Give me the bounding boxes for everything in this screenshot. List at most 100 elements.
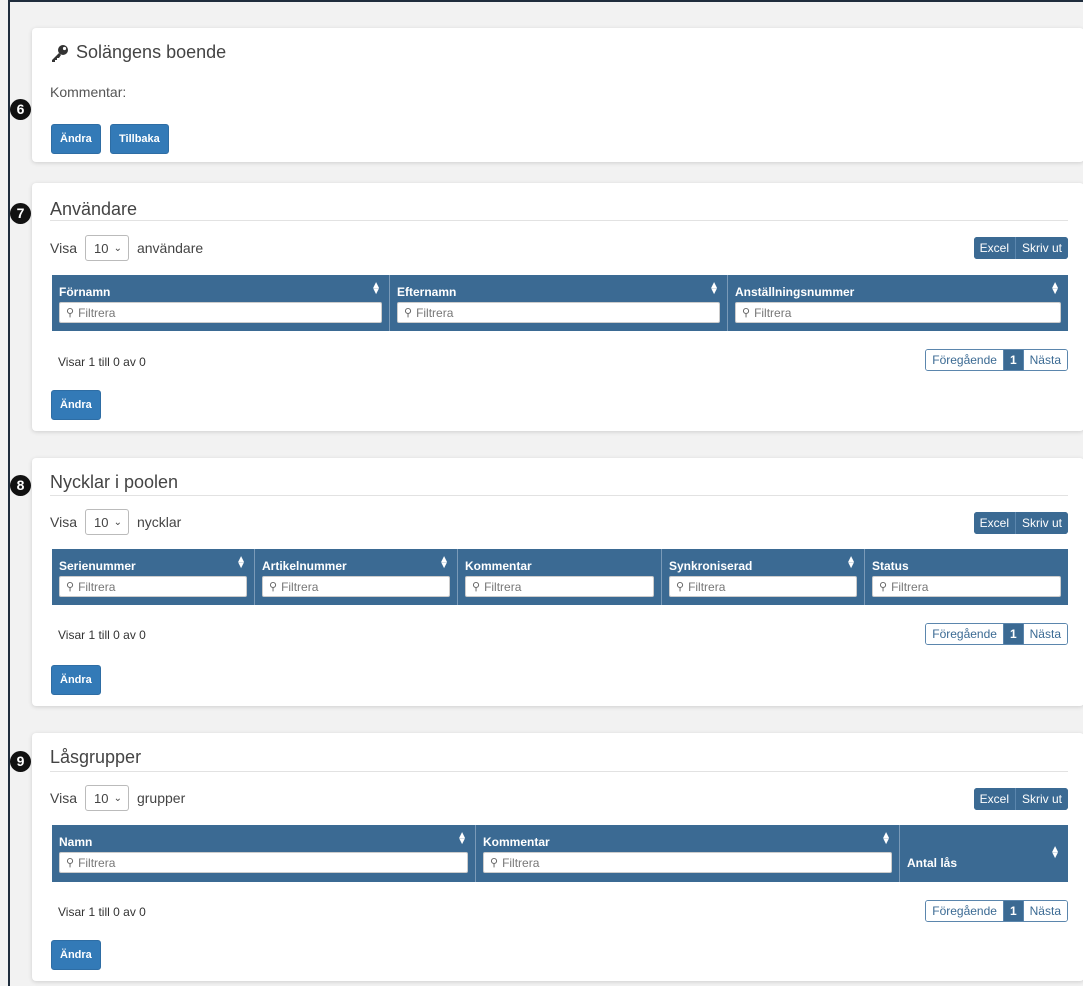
keys-excel-button[interactable]: Excel [973,512,1015,534]
lockgroups-print-button[interactable]: Skriv ut [1014,788,1068,810]
lockgroups-table-header: Namn ▲ ▼ ⚲ Filtrera Kommentar ▲ ▼ ⚲ Filtrera… [52,825,1068,882]
users-show-suffix: användare [136,240,204,256]
lockgroups-title: Låsgrupper [50,747,142,767]
column-header-serial-number[interactable]: Serienummer ▲ ▼ ⚲ Filtrera [52,549,255,605]
column-header-lock-count[interactable]: Antal lås ▲ ▼ [900,825,1068,882]
column-label: Förnamn [59,285,111,299]
users-edit-button[interactable]: Ändra [51,390,101,420]
filter-input-group-comment[interactable]: ⚲ Filtrera [483,852,892,873]
search-icon: ⚲ [472,581,481,593]
location-title: Solängens boende [76,42,227,62]
column-header-employee-number[interactable]: Anställningsnummer ▲ ▼ ⚲ Filtrera [728,275,1068,331]
lockgroups-show-prefix: Visa [50,790,77,806]
lockgroups-show-suffix: grupper [136,790,186,806]
users-title: Användare [50,199,138,219]
filter-input-comment[interactable]: ⚲ Filtrera [465,576,654,597]
lockgroups-page-1-button[interactable]: 1 [1002,901,1023,921]
keys-edit-button[interactable]: Ändra [51,665,101,695]
keys-length-control: Visa 10 ⌄ nycklar [50,509,181,535]
filter-input-article-number[interactable]: ⚲ Filtrera [262,576,450,597]
step-badge-6: 6 [10,99,31,120]
filter-input-serial-number[interactable]: ⚲ Filtrera [59,576,247,597]
keys-page-1-button[interactable]: 1 [1002,624,1023,644]
step-badge-9: 9 [10,751,31,772]
sort-icon[interactable]: ▲ ▼ [371,281,381,297]
lockgroups-length-control: Visa 10 ⌄ grupper [50,785,185,811]
location-edit-button[interactable]: Ändra [51,124,101,154]
keys-show-suffix: nycklar [136,514,182,530]
filter-input-first-name[interactable]: ⚲ Filtrera [59,302,382,323]
sort-icon[interactable]: ▲ ▼ [881,831,891,847]
comment-label: Kommentar: [50,84,127,100]
users-length-control: Visa 10 ⌄ användare [50,235,203,261]
keys-print-button[interactable]: Skriv ut [1014,512,1068,534]
keys-title: Nycklar i poolen [50,472,179,492]
keys-page-size-select[interactable]: 10 ⌄ [84,509,129,535]
column-header-synchronized[interactable]: Synkroniserad ▲ ▼ ⚲ Filtrera [662,549,865,605]
key-icon [50,44,70,62]
search-icon: ⚲ [676,581,685,593]
lockgroups-prev-button[interactable]: Föregående [926,901,1003,921]
keys-panel: Nycklar i poolen Visa 10 ⌄ nycklar Excel… [32,458,1083,706]
column-label: Efternamn [397,285,457,299]
sort-icon[interactable]: ▲ ▼ [709,281,719,297]
lockgroups-excel-button[interactable]: Excel [973,788,1015,810]
users-pagination: Föregående 1 Nästa [925,349,1068,371]
users-page-1-button[interactable]: 1 [1002,350,1023,370]
column-header-status[interactable]: Status ⚲ Filtrera [865,549,1068,605]
sort-icon[interactable]: ▲ ▼ [439,555,449,571]
keys-table-header: Serienummer ▲ ▼ ⚲ Filtrera Artikelnummer ▲… [52,549,1068,605]
search-icon: ⚲ [66,857,75,869]
sort-icon[interactable]: ▲ ▼ [1050,281,1060,297]
chevron-down-icon: ⌄ [113,516,122,528]
keys-next-button[interactable]: Nästa [1022,624,1067,644]
keys-page-size-value: 10 [93,514,109,530]
keys-export-buttons: Excel Skriv ut [973,512,1068,534]
chevron-down-icon: ⌄ [113,792,122,804]
keys-pagination: Föregående 1 Nästa [925,623,1068,645]
users-show-prefix: Visa [50,240,77,256]
column-label: Synkroniserad [669,559,753,573]
users-excel-button[interactable]: Excel [973,237,1015,259]
sort-icon[interactable]: ▲ ▼ [846,555,856,571]
lockgroups-next-button[interactable]: Nästa [1022,901,1067,921]
filter-input-employee-number[interactable]: ⚲ Filtrera [735,302,1061,323]
users-print-button[interactable]: Skriv ut [1014,237,1068,259]
keys-prev-button[interactable]: Föregående [926,624,1003,644]
back-button[interactable]: Tillbaka [110,124,169,154]
column-label: Kommentar [465,559,532,573]
lockgroups-edit-button[interactable]: Ändra [51,940,101,970]
users-export-buttons: Excel Skriv ut [973,237,1068,259]
column-label: Status [872,559,909,573]
keys-table-info: Visar 1 till 0 av 0 [58,628,146,642]
step-badge-8: 8 [10,475,31,496]
users-table-header: Förnamn ▲ ▼ ⚲ Filtrera Efternamn ▲ ▼ ⚲ Filtr… [52,275,1068,331]
sort-icon[interactable]: ▲ ▼ [236,555,246,571]
lockgroups-page-size-select[interactable]: 10 ⌄ [84,785,129,811]
column-header-name[interactable]: Namn ▲ ▼ ⚲ Filtrera [52,825,476,882]
filter-input-name[interactable]: ⚲ Filtrera [59,852,468,873]
search-icon: ⚲ [269,581,278,593]
search-icon: ⚲ [879,581,888,593]
sort-icon[interactable]: ▲ ▼ [1050,845,1060,861]
sort-icon[interactable]: ▲ ▼ [457,831,467,847]
column-header-last-name[interactable]: Efternamn ▲ ▼ ⚲ Filtrera [390,275,728,331]
users-panel: Användare Visa 10 ⌄ användare Excel Skri… [32,183,1083,431]
users-table-info: Visar 1 till 0 av 0 [58,355,146,369]
filter-input-last-name[interactable]: ⚲ Filtrera [397,302,720,323]
column-header-article-number[interactable]: Artikelnummer ▲ ▼ ⚲ Filtrera [255,549,458,605]
left-border [8,0,10,986]
keys-divider [50,495,1068,496]
step-badge-7: 7 [10,203,31,224]
column-header-group-comment[interactable]: Kommentar ▲ ▼ ⚲ Filtrera [476,825,900,882]
filter-input-synchronized[interactable]: ⚲ Filtrera [669,576,857,597]
users-page-size-select[interactable]: 10 ⌄ [84,235,129,261]
column-header-first-name[interactable]: Förnamn ▲ ▼ ⚲ Filtrera [52,275,390,331]
lockgroups-export-buttons: Excel Skriv ut [973,788,1068,810]
users-next-button[interactable]: Nästa [1022,350,1067,370]
search-icon: ⚲ [66,581,75,593]
filter-input-status[interactable]: ⚲ Filtrera [872,576,1061,597]
column-header-comment[interactable]: Kommentar ⚲ Filtrera [458,549,662,605]
column-label: Artikelnummer [262,559,347,573]
users-prev-button[interactable]: Föregående [926,350,1003,370]
